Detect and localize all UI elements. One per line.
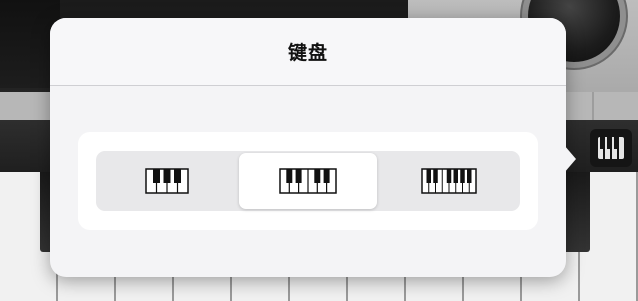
- popover-title: 键盘: [287, 42, 328, 64]
- keyboard-large-keys-icon: [144, 168, 189, 194]
- keyboard-settings-button[interactable]: [590, 129, 632, 167]
- keyboard-medium-keys-icon: [279, 168, 337, 194]
- popover-header: 键盘: [50, 18, 566, 86]
- keyboard-popover: 键盘: [50, 18, 576, 277]
- key-size-small-option[interactable]: [381, 153, 518, 209]
- key-size-medium-option[interactable]: [239, 153, 377, 209]
- keyboard-small-keys-icon: [421, 168, 478, 194]
- popover-arrow: [564, 145, 576, 173]
- key-size-card: [78, 132, 538, 230]
- key-size-segmented-control: [96, 151, 520, 211]
- piano-keys-icon: [598, 137, 624, 159]
- key-size-large-option[interactable]: [98, 153, 235, 209]
